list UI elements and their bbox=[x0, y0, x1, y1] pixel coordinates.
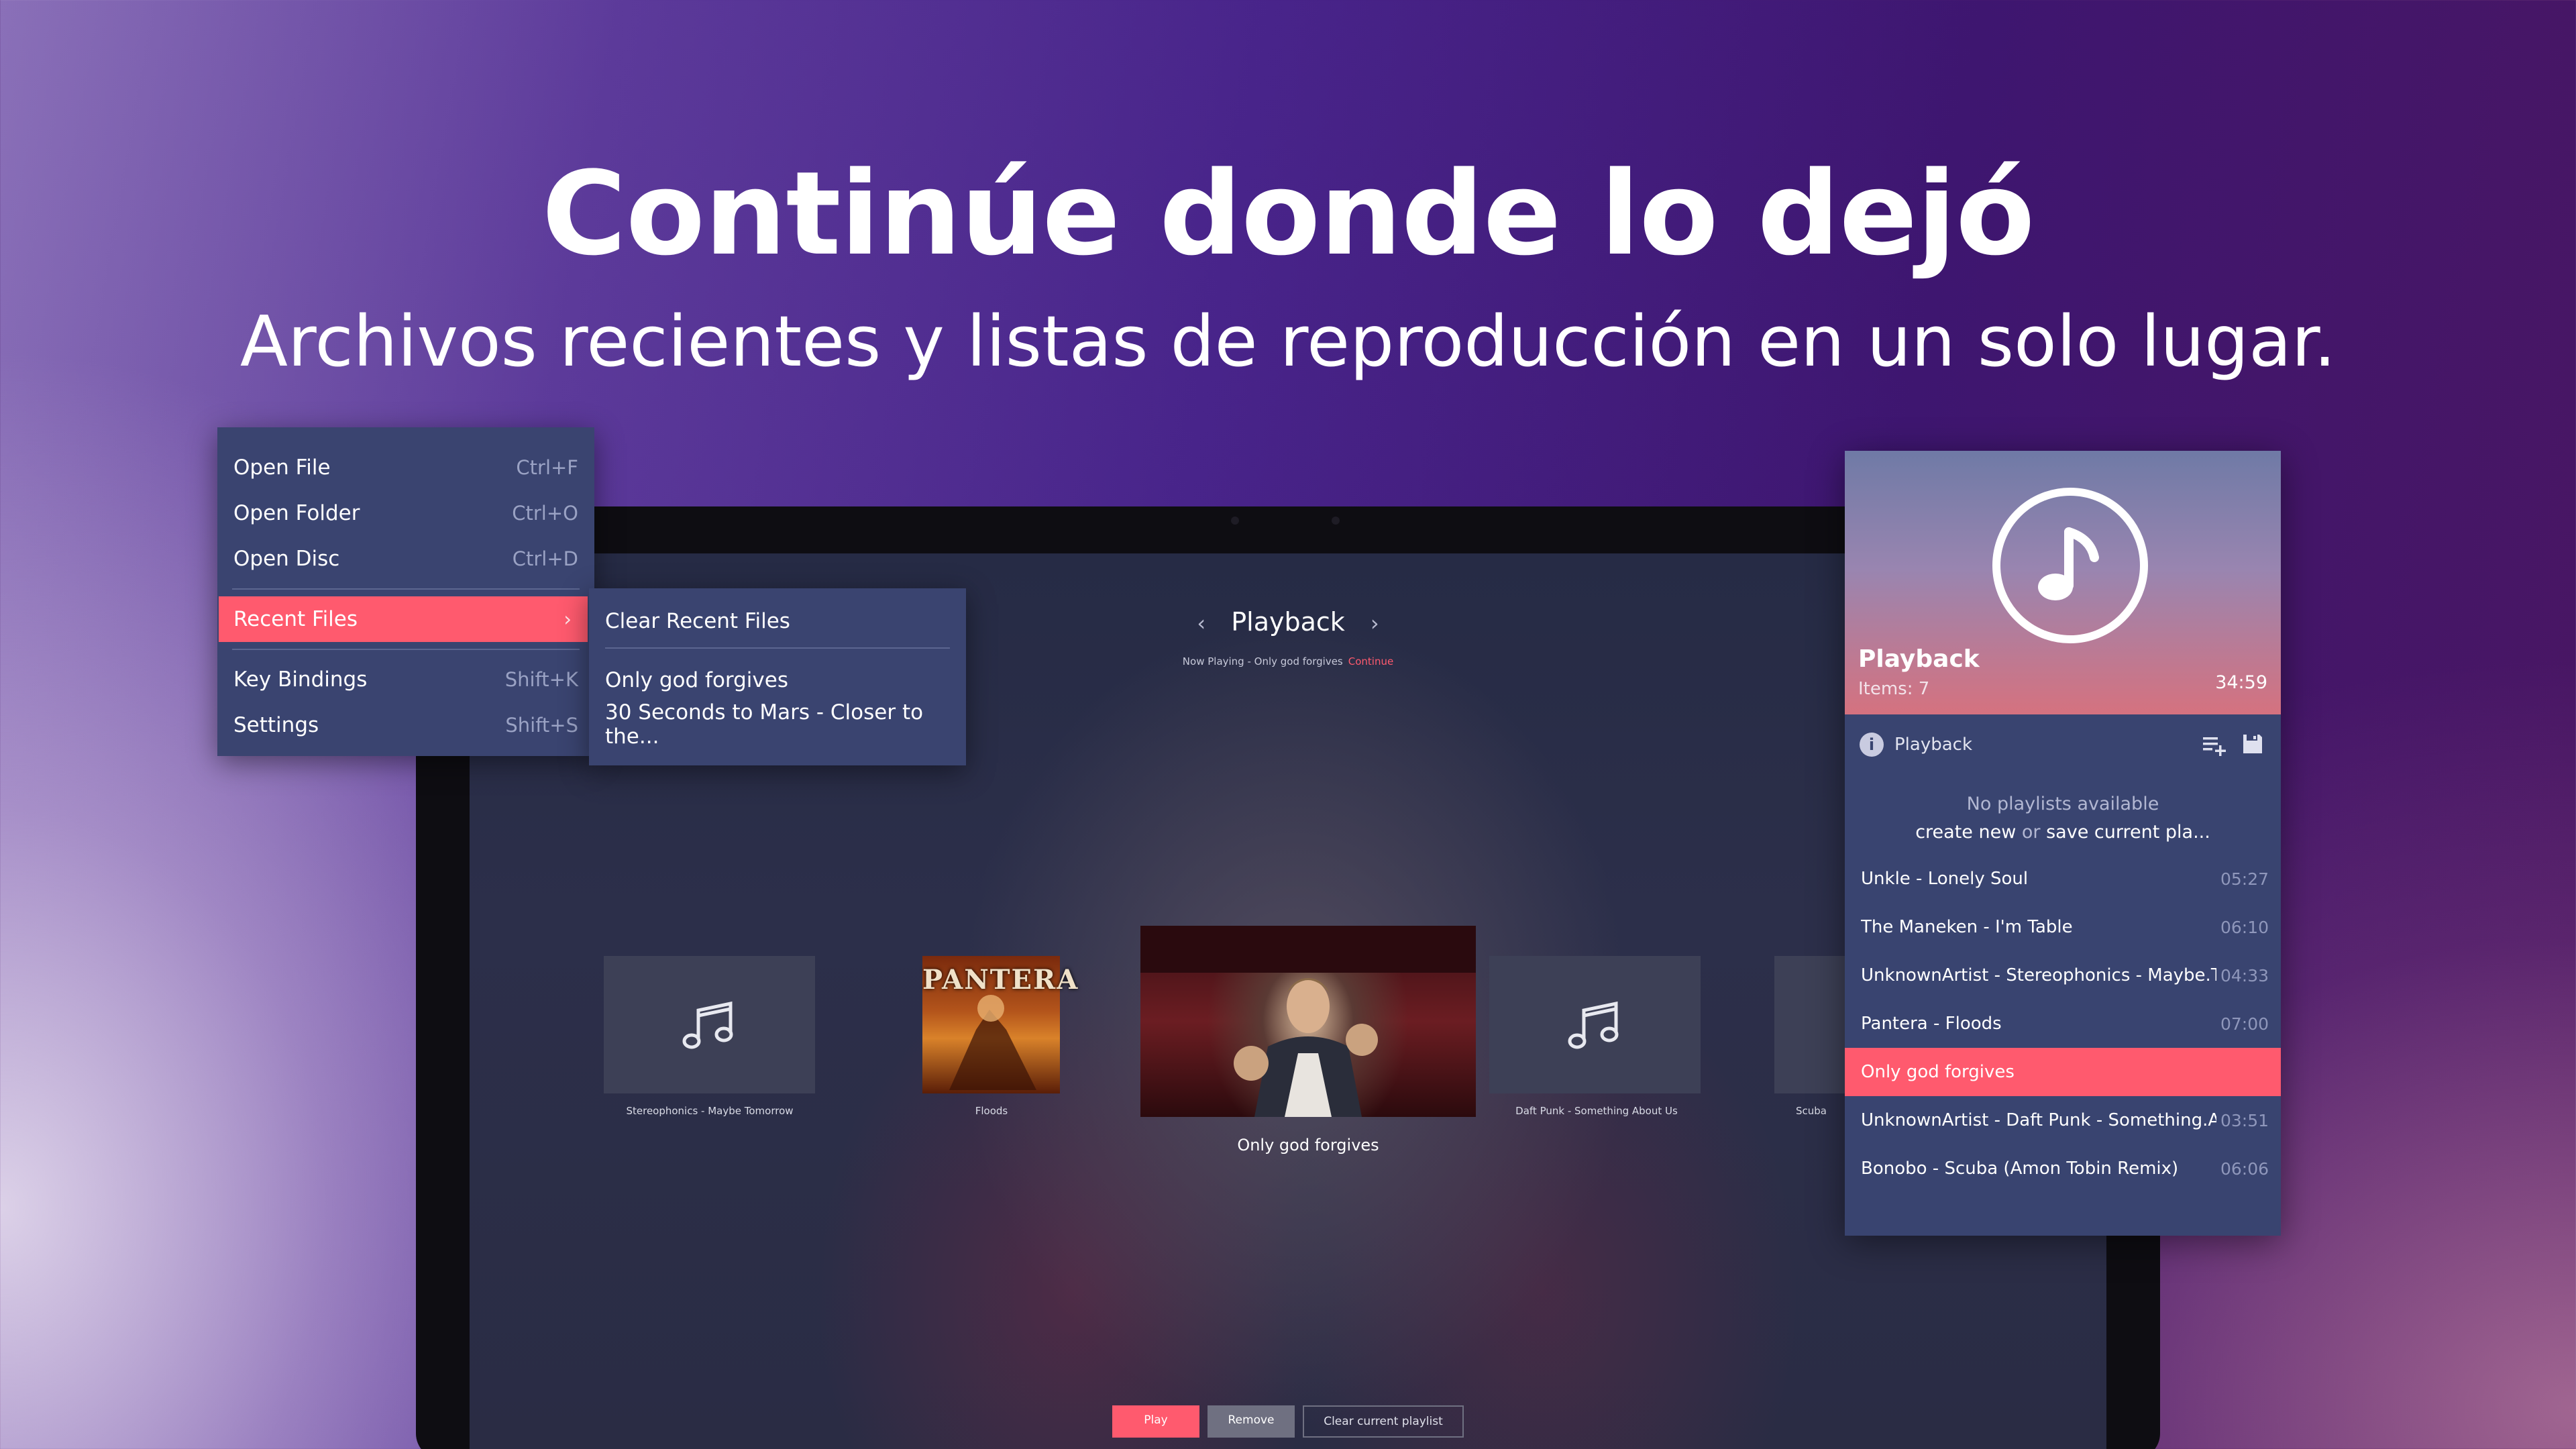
track-row[interactable]: Bonobo - Scuba (Amon Tobin Remix) 06:06 bbox=[1845, 1144, 2281, 1193]
cover-caption: Stereophonics - Maybe Tomorrow bbox=[626, 1105, 794, 1117]
add-to-playlist-icon[interactable] bbox=[2200, 732, 2227, 759]
track-duration: 06:06 bbox=[2220, 1159, 2269, 1179]
menu-item-shortcut: Shift+S bbox=[505, 714, 578, 737]
menu-divider bbox=[605, 647, 950, 649]
menu-item-open-disc[interactable]: Open Disc Ctrl+D bbox=[217, 536, 594, 582]
recent-file-item[interactable]: Only god forgives bbox=[589, 658, 966, 702]
playlist-header: Playback Items: 7 34:59 bbox=[1845, 451, 2281, 714]
remove-button[interactable]: Remove bbox=[1208, 1405, 1295, 1438]
camera-dot bbox=[1332, 517, 1340, 525]
now-playing-text: Now Playing - Only god forgives bbox=[1182, 655, 1343, 667]
recent-files-submenu: Clear Recent Files Only god forgives 30 … bbox=[589, 588, 966, 765]
music-note-icon bbox=[682, 1001, 733, 1049]
track-list: Unkle - Lonely Soul 05:27 The Maneken - … bbox=[1845, 855, 2281, 1193]
album-cover-floods[interactable]: PANTERA bbox=[922, 956, 1077, 1093]
movie-still-figure bbox=[1140, 926, 1476, 1117]
menu-item-shortcut: Ctrl+D bbox=[512, 547, 578, 570]
cover-caption: Floods bbox=[975, 1105, 1008, 1117]
track-duration: 04:33 bbox=[2220, 965, 2269, 985]
track-name: Only god forgives bbox=[1861, 1062, 2015, 1082]
track-row[interactable]: UnknownArtist - Stereophonics - Maybe.T … bbox=[1845, 951, 2281, 1000]
track-name: Unkle - Lonely Soul bbox=[1861, 869, 2029, 889]
active-cover-caption: Only god forgives bbox=[1237, 1136, 1379, 1155]
track-row[interactable]: UnknownArtist - Daft Punk - Something.A … bbox=[1845, 1096, 2281, 1144]
playlist-item-count: Items: 7 bbox=[1858, 679, 1930, 699]
track-name: Bonobo - Scuba (Amon Tobin Remix) bbox=[1861, 1159, 2179, 1179]
hero-title: Continúe donde lo dejó bbox=[541, 146, 2035, 281]
play-button[interactable]: Play bbox=[1112, 1405, 1199, 1438]
menu-item-label: Settings bbox=[233, 713, 319, 737]
album-cover[interactable] bbox=[1774, 956, 1855, 1093]
menu-item-label: 30 Seconds to Mars - Closer to the... bbox=[605, 700, 924, 749]
menu-item-label: Open Folder bbox=[233, 501, 360, 525]
playlist-duration: 34:59 bbox=[2215, 672, 2267, 693]
track-name: UnknownArtist - Stereophonics - Maybe.T bbox=[1861, 965, 2216, 985]
menu-item-open-file[interactable]: Open File Ctrl+F bbox=[217, 445, 594, 490]
menu-divider bbox=[232, 649, 580, 650]
info-icon[interactable]: i bbox=[1860, 733, 1884, 757]
menu-item-label: Open File bbox=[233, 455, 331, 480]
cover-art-figure bbox=[949, 995, 1036, 1090]
menu-item-shortcut: Ctrl+F bbox=[516, 456, 578, 479]
menu-item-settings[interactable]: Settings Shift+S bbox=[217, 702, 594, 748]
track-duration: 07:00 bbox=[2220, 1014, 2269, 1034]
track-row-active[interactable]: Only god forgives bbox=[1845, 1048, 2281, 1096]
track-row[interactable]: The Maneken - I'm Table 06:10 bbox=[1845, 903, 2281, 951]
track-duration: 03:51 bbox=[2220, 1110, 2269, 1130]
album-cover[interactable] bbox=[604, 956, 815, 1093]
chevron-left-icon[interactable]: ‹ bbox=[1179, 610, 1223, 636]
track-duration: 05:27 bbox=[2220, 869, 2269, 889]
playlist-toolbar: i Playback bbox=[1845, 714, 2281, 782]
track-name: UnknownArtist - Daft Punk - Something.A bbox=[1861, 1110, 2216, 1130]
clear-recent-files-item[interactable]: Clear Recent Files bbox=[589, 599, 966, 643]
track-duration: 06:10 bbox=[2220, 917, 2269, 937]
player-action-bar: Play Remove Clear current playlist bbox=[470, 1405, 2106, 1438]
playlist-panel: Playback Items: 7 34:59 i Playback No pl… bbox=[1845, 451, 2281, 1236]
menu-item-label: Only god forgives bbox=[605, 668, 788, 692]
track-row[interactable]: Unkle - Lonely Soul 05:27 bbox=[1845, 855, 2281, 903]
track-name: The Maneken - I'm Table bbox=[1861, 917, 2073, 937]
menu-item-recent-files[interactable]: Recent Files › bbox=[219, 596, 588, 642]
save-icon[interactable] bbox=[2241, 732, 2265, 756]
create-new-link[interactable]: create new bbox=[1915, 822, 2016, 843]
album-cover-active[interactable] bbox=[1140, 926, 1476, 1117]
menu-item-label: Clear Recent Files bbox=[605, 609, 790, 633]
save-current-link[interactable]: save current pla... bbox=[2046, 822, 2210, 843]
menu-item-label: Recent Files bbox=[233, 607, 358, 631]
menu-divider bbox=[232, 588, 580, 590]
menu-item-shortcut: Shift+K bbox=[504, 668, 578, 691]
hero-subtitle: Archivos recientes y listas de reproducc… bbox=[239, 301, 2337, 382]
file-context-menu: Open File Ctrl+F Open Folder Ctrl+O Open… bbox=[217, 427, 594, 756]
playlist-title: Playback bbox=[1858, 645, 1980, 673]
music-note-icon bbox=[1992, 488, 2148, 643]
menu-item-label: Key Bindings bbox=[233, 667, 368, 692]
music-note-icon bbox=[1568, 1001, 1618, 1049]
cover-caption: Daft Punk - Something About Us bbox=[1515, 1105, 1678, 1117]
track-row[interactable]: Pantera - Floods 07:00 bbox=[1845, 1000, 2281, 1048]
cover-caption: Scuba bbox=[1796, 1105, 1827, 1117]
continue-link[interactable]: Continue bbox=[1348, 655, 1393, 667]
menu-item-shortcut: Ctrl+O bbox=[512, 502, 578, 525]
menu-item-label: Open Disc bbox=[233, 547, 340, 571]
recent-file-item[interactable]: 30 Seconds to Mars - Closer to the... bbox=[589, 700, 966, 749]
menu-item-key-bindings[interactable]: Key Bindings Shift+K bbox=[217, 657, 594, 702]
clear-playlist-button[interactable]: Clear current playlist bbox=[1303, 1405, 1464, 1438]
chevron-right-icon[interactable]: › bbox=[1353, 610, 1397, 636]
playlist-selector-label[interactable]: Playback bbox=[1894, 735, 1972, 755]
album-cover[interactable] bbox=[1489, 956, 1701, 1093]
no-playlists-message: No playlists available create new or sav… bbox=[1845, 790, 2281, 847]
track-name: Pantera - Floods bbox=[1861, 1014, 2002, 1034]
or-text: or bbox=[2021, 822, 2041, 843]
no-playlists-text: No playlists available bbox=[1966, 794, 2159, 814]
camera-dot bbox=[1231, 517, 1239, 525]
menu-item-open-folder[interactable]: Open Folder Ctrl+O bbox=[217, 490, 594, 536]
chevron-right-icon: › bbox=[564, 608, 572, 631]
playback-title: Playback bbox=[1231, 607, 1345, 637]
